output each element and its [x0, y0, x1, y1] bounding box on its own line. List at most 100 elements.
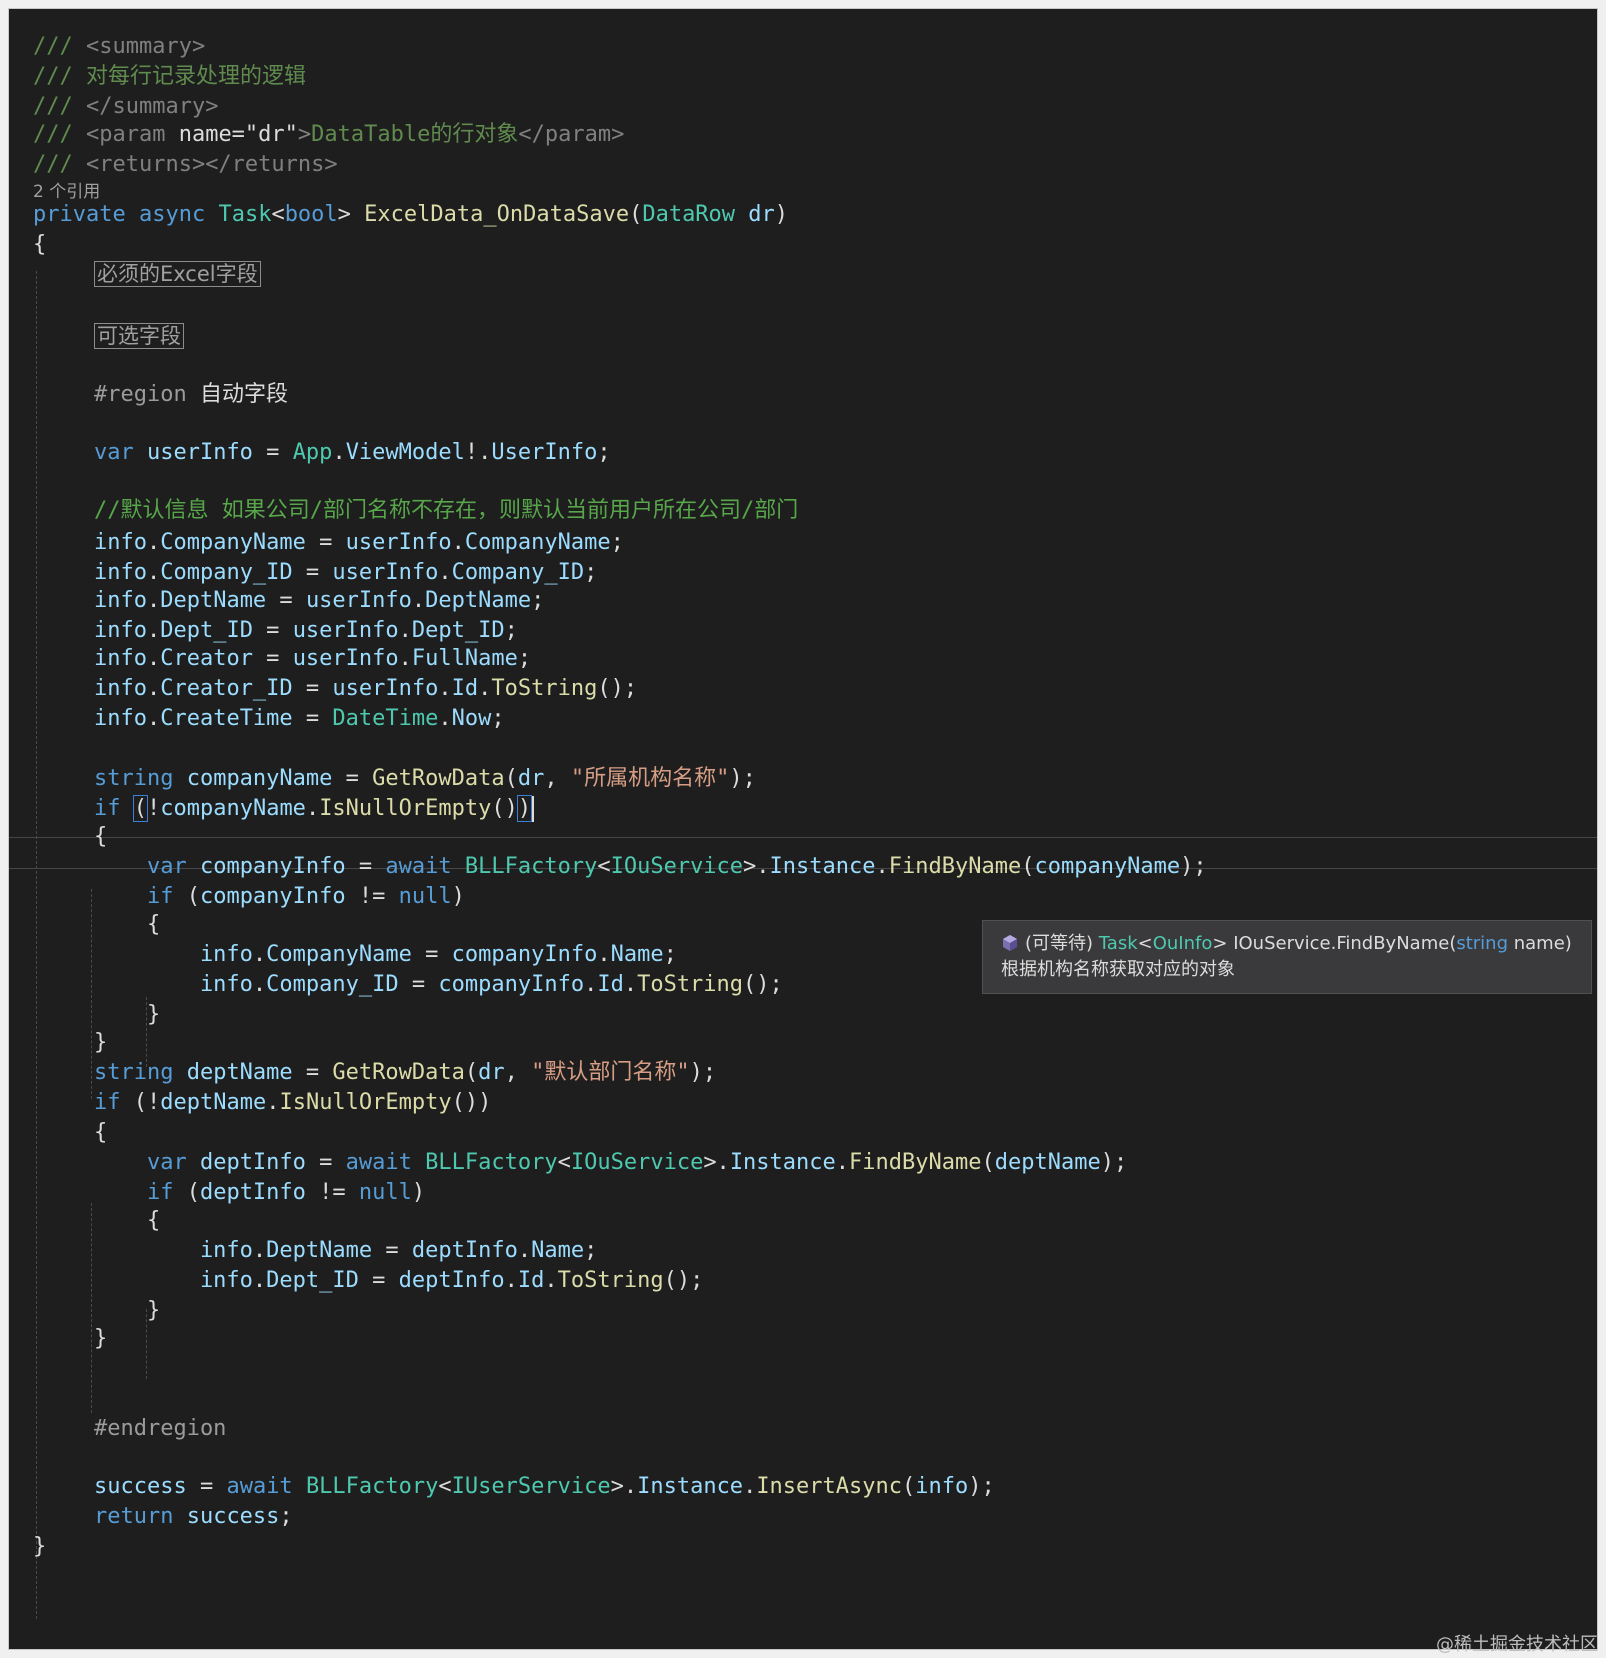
code-line[interactable]: info.CompanyName = userInfo.CompanyName;: [41, 527, 624, 558]
code-line[interactable]: }: [41, 999, 160, 1030]
code-token: (: [173, 884, 200, 909]
code-line[interactable]: string deptName = GetRowData(dr, "默认部门名称…: [41, 1057, 716, 1088]
code-line[interactable]: info.DeptName = userInfo.DeptName;: [41, 585, 544, 616]
code-token: .: [597, 942, 611, 967]
code-token: await: [226, 1474, 293, 1499]
code-line[interactable]: info.Company_ID = companyInfo.Id.ToStrin…: [41, 969, 783, 1000]
code-line[interactable]: {: [33, 229, 46, 260]
code-token: !.: [464, 440, 492, 465]
code-line[interactable]: /// </summary>: [33, 91, 218, 122]
code-token: ,: [544, 766, 571, 791]
code-line[interactable]: var companyInfo = await BLLFactory<IOuSe…: [41, 851, 1207, 882]
code-line[interactable]: if (deptInfo != null): [41, 1177, 425, 1208]
code-token: ): [774, 202, 789, 227]
code-token: var: [41, 1150, 187, 1175]
code-token: CompanyName: [160, 530, 306, 555]
code-token: (: [132, 795, 149, 822]
code-line[interactable]: /// <returns></returns>: [33, 149, 338, 180]
code-line[interactable]: 必须的Excel字段: [41, 259, 261, 290]
code-token: =: [186, 1474, 227, 1499]
code-token: <summary>: [85, 34, 206, 59]
code-editor[interactable]: 2 个引用 /// <summary>/// 对每行记录处理的逻辑/// </s…: [8, 8, 1598, 1650]
code-line[interactable]: {: [41, 821, 107, 852]
code-token: DeptName: [266, 1238, 373, 1263]
code-line[interactable]: info.Company_ID = userInfo.Company_ID;: [41, 557, 597, 588]
collapsed-region[interactable]: 可选字段: [93, 323, 184, 349]
code-token: deptInfo: [398, 1268, 505, 1293]
code-line[interactable]: {: [41, 1117, 107, 1148]
code-token: =: [252, 618, 293, 643]
code-line[interactable]: return success;: [41, 1501, 293, 1532]
code-line[interactable]: info.CompanyName = companyInfo.Name;: [41, 939, 677, 970]
code-token: info: [41, 530, 147, 555]
code-line[interactable]: info.Creator = userInfo.FullName;: [41, 643, 531, 674]
code-line[interactable]: success = await BLLFactory<IUserService>…: [41, 1471, 995, 1502]
code-token: success: [186, 1504, 280, 1529]
code-line[interactable]: private async Task<bool> ExcelData_OnDat…: [33, 199, 788, 230]
tooltip-method: IOuService.FindByName(: [1233, 933, 1457, 954]
code-token: Company_ID: [160, 560, 293, 585]
code-line[interactable]: var deptInfo = await BLLFactory<IOuServi…: [41, 1147, 1127, 1178]
code-line[interactable]: #endregion: [41, 1413, 226, 1444]
code-token: ;: [584, 1238, 598, 1263]
code-line[interactable]: info.Creator_ID = userInfo.Id.ToString()…: [41, 673, 637, 704]
code-line[interactable]: if (!deptName.IsNullOrEmpty()): [41, 1087, 491, 1118]
code-token: Name: [531, 1238, 585, 1263]
code-token: "所属机构名称": [570, 766, 730, 791]
code-line[interactable]: }: [41, 1027, 107, 1058]
code-line[interactable]: info.Dept_ID = userInfo.Dept_ID;: [41, 615, 518, 646]
code-token: companyInfo: [438, 972, 585, 997]
code-line[interactable]: #region 自动字段: [41, 379, 288, 410]
code-token: Dept_ID: [266, 1268, 359, 1293]
code-token: .: [252, 1238, 267, 1263]
code-token: Company_ID: [266, 972, 399, 997]
code-token: .: [478, 676, 492, 701]
code-token: deptName: [160, 1090, 267, 1115]
code-line[interactable]: if (!companyName.IsNullOrEmpty()): [41, 793, 535, 824]
code-token: userInfo: [305, 588, 412, 613]
code-line[interactable]: /// <summary>: [33, 31, 205, 62]
code-token: "默认部门名称": [531, 1060, 690, 1085]
code-token: .: [252, 972, 267, 997]
code-token: );: [689, 1060, 717, 1085]
tooltip-lt: <: [1137, 933, 1153, 954]
code-token: 自动字段: [199, 382, 288, 407]
code-line[interactable]: info.Dept_ID = deptInfo.Id.ToString();: [41, 1265, 703, 1296]
code-token: ToString: [491, 676, 598, 701]
code-token: Instance: [769, 854, 876, 879]
code-token: =: [292, 706, 333, 731]
code-line[interactable]: //默认信息 如果公司/部门名称不存在，则默认当前用户所在公司/部门: [41, 495, 798, 526]
code-token: ///: [33, 152, 86, 177]
code-lines: /// <summary>/// 对每行记录处理的逻辑/// </summary…: [9, 9, 1597, 1649]
code-line[interactable]: 可选字段: [41, 321, 184, 352]
code-token: =: [252, 440, 293, 465]
code-token: DataRow: [642, 202, 736, 227]
code-token: .: [146, 646, 161, 671]
code-token: success: [41, 1474, 187, 1499]
code-token: (: [902, 1474, 916, 1499]
code-line[interactable]: info.DeptName = deptInfo.Name;: [41, 1235, 597, 1266]
code-line[interactable]: {: [41, 909, 160, 940]
code-line[interactable]: if (companyInfo != null): [41, 881, 465, 912]
code-token: .: [266, 1090, 280, 1115]
code-token: .: [146, 588, 161, 613]
code-line[interactable]: /// <param name="dr">DataTable的行对象</para…: [33, 119, 624, 150]
code-line[interactable]: {: [41, 1205, 160, 1236]
code-token: FullName: [411, 646, 518, 671]
code-line[interactable]: var userInfo = App.ViewModel!.UserInfo;: [41, 437, 611, 468]
code-token: .: [398, 618, 412, 643]
code-token: ///: [33, 94, 86, 119]
code-line[interactable]: }: [41, 1295, 160, 1326]
code-token: BLLFactory: [305, 1474, 439, 1499]
code-token: ): [516, 795, 533, 822]
code-line[interactable]: }: [33, 1531, 46, 1562]
collapsed-region[interactable]: 必须的Excel字段: [93, 261, 261, 287]
code-line[interactable]: string companyName = GetRowData(dr, "所属机…: [41, 763, 756, 794]
code-line[interactable]: }: [41, 1323, 107, 1354]
code-line[interactable]: /// 对每行记录处理的逻辑: [33, 61, 306, 92]
code-token: .: [544, 1268, 558, 1293]
code-token: .: [411, 588, 426, 613]
code-token: {: [41, 1208, 161, 1233]
code-line[interactable]: info.CreateTime = DateTime.Now;: [41, 703, 505, 734]
